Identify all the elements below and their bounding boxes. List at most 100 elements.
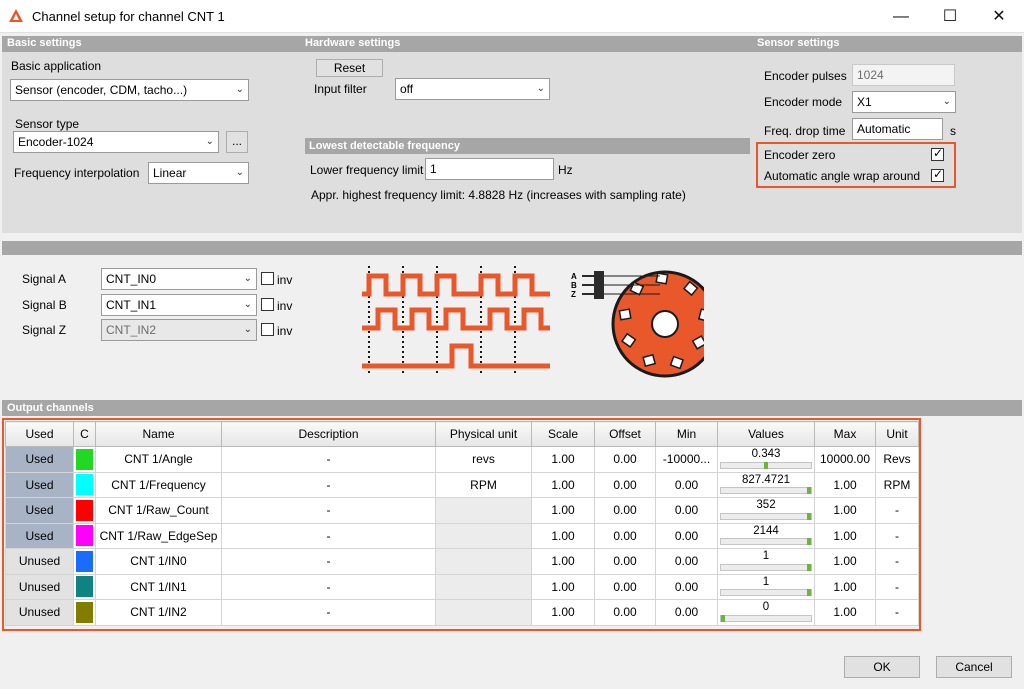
used-toggle[interactable]: Used	[5, 446, 74, 473]
max-value[interactable]: 1.00	[814, 573, 876, 600]
signal-z-inv-checkbox[interactable]	[261, 323, 274, 336]
encoder-zero-checkbox[interactable]	[931, 146, 944, 161]
min-value[interactable]: 0.00	[655, 599, 718, 626]
signal-z-select[interactable]: CNT_IN2 ⌄	[101, 319, 257, 341]
min-value[interactable]: 0.00	[655, 497, 718, 524]
table-row[interactable]: Unused CNT 1/IN1-1.00 0.00 0.00 1 1.00-	[5, 573, 919, 600]
physical-unit[interactable]	[435, 497, 532, 524]
max-value[interactable]: 1.00	[814, 599, 876, 626]
channel-name[interactable]: CNT 1/Angle	[95, 446, 222, 473]
color-swatch[interactable]	[73, 471, 96, 498]
offset-value[interactable]: 0.00	[594, 548, 656, 575]
table-row[interactable]: Used CNT 1/Raw_Count -1.00 0.00 0.00 352 1.00-	[5, 497, 919, 524]
channel-name[interactable]: CNT 1/Raw_EdgeSep	[95, 522, 222, 549]
frequency-interpolation-select[interactable]: Linear ⌄	[148, 162, 249, 184]
column-header-values[interactable]: Values	[717, 421, 815, 447]
encoder-pulses-input[interactable]: 1024	[852, 64, 955, 86]
color-swatch[interactable]	[73, 573, 96, 600]
offset-value[interactable]: 0.00	[594, 573, 656, 600]
scale-value[interactable]: 1.00	[531, 548, 595, 575]
channel-description[interactable]: -	[221, 522, 436, 549]
input-filter-select[interactable]: off ⌄	[395, 78, 550, 100]
column-header-max[interactable]: Max	[814, 421, 876, 447]
ok-button[interactable]: OK	[844, 656, 920, 678]
channel-description[interactable]: -	[221, 471, 436, 498]
basic-application-select[interactable]: Sensor (encoder, CDM, tacho...) ⌄	[10, 79, 249, 101]
max-value[interactable]: 1.00	[814, 522, 876, 549]
unit-value[interactable]: Revs	[875, 446, 919, 473]
channel-name[interactable]: CNT 1/IN2	[95, 599, 222, 626]
unit-value[interactable]: -	[875, 599, 919, 626]
signal-a-select[interactable]: CNT_IN0 ⌄	[101, 268, 257, 290]
column-header-min[interactable]: Min	[655, 421, 718, 447]
sensor-type-select[interactable]: Encoder-1024 ⌄	[13, 131, 219, 153]
column-header-name[interactable]: Name	[95, 421, 222, 447]
column-header-scale[interactable]: Scale	[531, 421, 595, 447]
unit-value[interactable]: RPM	[875, 471, 919, 498]
column-header-unit[interactable]: Unit	[875, 421, 919, 447]
channel-description[interactable]: -	[221, 497, 436, 524]
signal-b-inv-checkbox[interactable]	[261, 298, 274, 311]
scale-value[interactable]: 1.00	[531, 446, 595, 473]
unit-value[interactable]: -	[875, 548, 919, 575]
column-header-used[interactable]: Used	[5, 421, 74, 447]
channel-name[interactable]: CNT 1/IN0	[95, 548, 222, 575]
min-value[interactable]: 0.00	[655, 471, 718, 498]
table-row[interactable]: Used CNT 1/Frequency - RPM 1.00 0.00 0.00 827.4…	[5, 471, 919, 498]
sensor-browse-button[interactable]: ...	[226, 131, 248, 153]
scale-value[interactable]: 1.00	[531, 522, 595, 549]
table-row[interactable]: Unused CNT 1/IN2-1.00 0.00 0.00 0 1.00-	[5, 599, 919, 626]
channel-name[interactable]: CNT 1/Raw_Count	[95, 497, 222, 524]
table-row[interactable]: Used CNT 1/Raw_EdgeSep -1.00 0.00 0.00 2144 1.…	[5, 522, 919, 549]
max-value[interactable]: 1.00	[814, 471, 876, 498]
used-toggle[interactable]: Unused	[5, 599, 74, 626]
freq-drop-time-input[interactable]: Automatic	[852, 118, 943, 140]
scale-value[interactable]: 1.00	[531, 599, 595, 626]
scale-value[interactable]: 1.00	[531, 573, 595, 600]
offset-value[interactable]: 0.00	[594, 599, 656, 626]
physical-unit[interactable]: RPM	[435, 471, 532, 498]
used-toggle[interactable]: Unused	[5, 573, 74, 600]
close-button[interactable]: ✕	[976, 0, 1022, 33]
min-value[interactable]: 0.00	[655, 548, 718, 575]
reset-button[interactable]: Reset	[316, 59, 383, 77]
offset-value[interactable]: 0.00	[594, 446, 656, 473]
physical-unit[interactable]: revs	[435, 446, 532, 473]
column-header-color[interactable]: C	[73, 421, 96, 447]
minimize-button[interactable]: —	[878, 0, 924, 33]
column-header-offset[interactable]: Offset	[594, 421, 656, 447]
offset-value[interactable]: 0.00	[594, 471, 656, 498]
maximize-button[interactable]: ☐	[927, 0, 973, 33]
min-value[interactable]: -10000...	[655, 446, 718, 473]
unit-value[interactable]: -	[875, 522, 919, 549]
physical-unit[interactable]	[435, 573, 532, 600]
used-toggle[interactable]: Used	[5, 522, 74, 549]
used-toggle[interactable]: Unused	[5, 548, 74, 575]
table-row[interactable]: Used CNT 1/Angle - revs 1.00 0.00 -10000... 0.3…	[5, 446, 919, 473]
offset-value[interactable]: 0.00	[594, 522, 656, 549]
scale-value[interactable]: 1.00	[531, 497, 595, 524]
color-swatch[interactable]	[73, 446, 96, 473]
angle-wrap-checkbox[interactable]	[931, 167, 944, 182]
physical-unit[interactable]	[435, 548, 532, 575]
color-swatch[interactable]	[73, 497, 96, 524]
scale-value[interactable]: 1.00	[531, 471, 595, 498]
physical-unit[interactable]	[435, 599, 532, 626]
max-value[interactable]: 10000.00	[814, 446, 876, 473]
color-swatch[interactable]	[73, 548, 96, 575]
max-value[interactable]: 1.00	[814, 548, 876, 575]
column-header-description[interactable]: Description	[221, 421, 436, 447]
physical-unit[interactable]	[435, 522, 532, 549]
min-value[interactable]: 0.00	[655, 573, 718, 600]
signal-a-inv-checkbox[interactable]	[261, 272, 274, 285]
offset-value[interactable]: 0.00	[594, 497, 656, 524]
unit-value[interactable]: -	[875, 573, 919, 600]
used-toggle[interactable]: Used	[5, 497, 74, 524]
color-swatch[interactable]	[73, 522, 96, 549]
channel-description[interactable]: -	[221, 573, 436, 600]
used-toggle[interactable]: Used	[5, 471, 74, 498]
lower-frequency-limit-input[interactable]: 1	[425, 158, 554, 180]
min-value[interactable]: 0.00	[655, 522, 718, 549]
channel-description[interactable]: -	[221, 548, 436, 575]
column-header-physical-unit[interactable]: Physical unit	[435, 421, 532, 447]
